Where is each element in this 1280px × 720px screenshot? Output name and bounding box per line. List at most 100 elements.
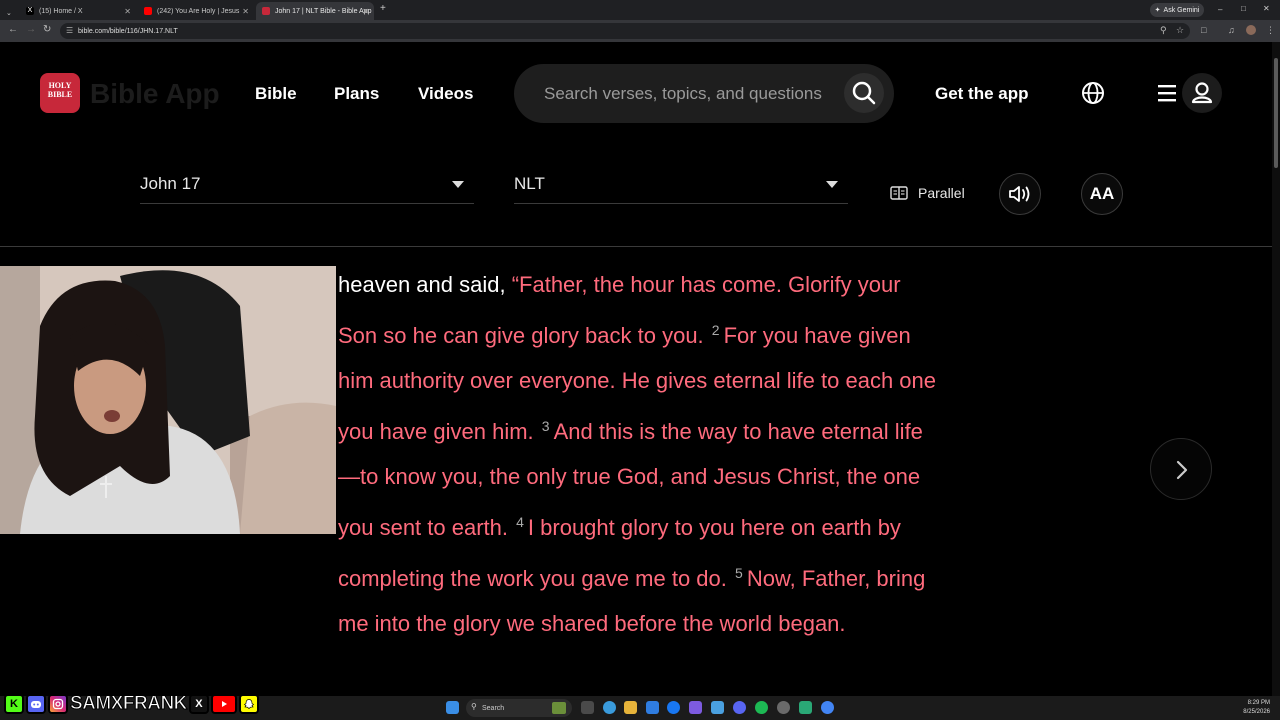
logo-text: HOLY BIBLE xyxy=(47,81,73,99)
app-icon[interactable] xyxy=(711,701,724,714)
chevron-down-icon xyxy=(452,181,464,188)
maximize-button[interactable]: □ xyxy=(1241,4,1246,13)
bible-app-icon xyxy=(262,7,270,15)
youtube-icon xyxy=(144,7,152,15)
url-bar[interactable]: ☰ bible.com/bible/116/JHN.17.NLT xyxy=(60,23,1190,39)
font-size-button[interactable]: AA xyxy=(1081,173,1123,215)
nav-plans[interactable]: Plans xyxy=(334,84,379,104)
extensions-icon[interactable]: □ xyxy=(1201,25,1206,35)
parallel-label: Parallel xyxy=(918,185,965,201)
discord-icon xyxy=(26,694,46,714)
brand-name[interactable]: Bible App xyxy=(90,78,220,110)
tab-x-home[interactable]: X (15) Home / X ✕ xyxy=(20,2,136,20)
close-window-button[interactable]: ✕ xyxy=(1263,4,1270,13)
parallel-book-icon xyxy=(890,186,908,200)
tab-title: (15) Home / X xyxy=(39,7,83,15)
ask-gemini-button[interactable]: ✦ Ask Gemini xyxy=(1150,3,1204,17)
windows-start-icon[interactable] xyxy=(446,701,459,714)
verse-number[interactable]: 3 xyxy=(542,418,550,434)
zoom-icon[interactable]: ⚲ xyxy=(1160,25,1167,36)
spotify-icon[interactable] xyxy=(755,701,768,714)
verse-number[interactable]: 5 xyxy=(735,565,743,581)
search-icon: ⚲ xyxy=(471,702,477,711)
streamer-video-frame xyxy=(0,266,336,534)
chevron-down-icon xyxy=(826,181,838,188)
nav-videos[interactable]: Videos xyxy=(418,84,473,104)
page-scrollbar[interactable] xyxy=(1272,42,1280,696)
system-clock[interactable]: 8:29 PM 8/25/2026 xyxy=(1243,699,1270,717)
verse-number[interactable]: 2 xyxy=(712,322,720,338)
gemini-icon: ✦ xyxy=(1154,7,1161,14)
x-icon: X xyxy=(188,694,209,714)
version-value: NLT xyxy=(514,174,545,193)
scrollbar-thumb[interactable] xyxy=(1274,58,1278,168)
taskbar-search[interactable]: ⚲ Search xyxy=(466,699,572,717)
bookmark-star-icon[interactable]: ☆ xyxy=(1176,25,1184,36)
stream-social-overlay: K SAMXFRANK X xyxy=(4,692,259,716)
get-the-app-link[interactable]: Get the app xyxy=(935,84,1029,104)
chevron-right-icon xyxy=(1176,460,1188,480)
nav-bible[interactable]: Bible xyxy=(255,84,297,104)
reload-icon[interactable]: ↻ xyxy=(43,24,51,35)
x-icon: X xyxy=(26,7,34,15)
streamer-handle: SAMXFRANK xyxy=(70,693,188,715)
ask-gemini-label: Ask Gemini xyxy=(1163,6,1200,14)
file-explorer-icon[interactable] xyxy=(624,701,637,714)
book-chapter-select[interactable]: John 17 xyxy=(140,164,474,204)
clock-time: 8:29 PM xyxy=(1247,700,1270,706)
close-tab-icon[interactable]: ✕ xyxy=(242,7,249,16)
search-bar[interactable]: Search verses, topics, and questions xyxy=(514,64,894,123)
settings-icon[interactable] xyxy=(777,701,790,714)
search-icon xyxy=(852,81,876,105)
verse-number[interactable]: 4 xyxy=(516,514,524,530)
browser-tab-strip: ⌄ X (15) Home / X ✕ (242) You Are Holy |… xyxy=(0,0,1280,20)
profile-avatar[interactable] xyxy=(1246,25,1256,35)
chrome-icon[interactable] xyxy=(821,701,834,714)
hamburger-menu-icon[interactable] xyxy=(1157,83,1179,103)
search-highlight-icon xyxy=(552,702,566,714)
tab-title: John 17 | NLT Bible - Bible App xyxy=(275,7,372,15)
webcam-overlay xyxy=(0,266,336,534)
facebook-icon[interactable] xyxy=(667,701,680,714)
forward-arrow-icon[interactable]: → xyxy=(26,24,36,35)
task-view-icon[interactable] xyxy=(581,701,594,714)
audio-button[interactable] xyxy=(999,173,1041,215)
passage-text: heaven and said, xyxy=(338,272,512,297)
close-tab-icon[interactable]: ✕ xyxy=(362,7,369,16)
globe-icon[interactable] xyxy=(1080,80,1106,106)
profile-button[interactable] xyxy=(1182,73,1222,113)
back-arrow-icon[interactable]: ← xyxy=(8,24,18,35)
site-info-icon[interactable]: ☰ xyxy=(66,26,73,35)
font-size-label: AA xyxy=(1089,184,1115,203)
tab-bible-app[interactable]: John 17 | NLT Bible - Bible App ✕ xyxy=(256,2,374,20)
youtube-icon xyxy=(210,694,237,714)
book-chapter-value: John 17 xyxy=(140,174,201,193)
search-input[interactable]: Search verses, topics, and questions xyxy=(544,84,822,104)
version-select[interactable]: NLT xyxy=(514,164,848,204)
clock-date: 8/25/2026 xyxy=(1243,709,1270,715)
app-icon[interactable] xyxy=(689,701,702,714)
close-tab-icon[interactable]: ✕ xyxy=(124,7,131,16)
search-button[interactable] xyxy=(844,73,884,113)
taskbar-search-label: Search xyxy=(482,704,505,712)
tab-title: (242) You Are Holy | Jesus Imag... xyxy=(157,7,241,15)
new-tab-button[interactable]: + xyxy=(380,3,386,14)
store-icon[interactable] xyxy=(646,701,659,714)
minimize-button[interactable]: – xyxy=(1218,5,1222,14)
media-icon[interactable]: ♫ xyxy=(1228,25,1235,35)
kick-icon: K xyxy=(4,694,24,714)
tab-youtube[interactable]: (242) You Are Holy | Jesus Imag... ✕ xyxy=(138,2,254,20)
browser-toolbar: ← → ↻ ☰ bible.com/bible/116/JHN.17.NLT ⚲… xyxy=(0,20,1280,42)
parallel-toggle[interactable]: Parallel xyxy=(890,185,965,201)
snapchat-icon xyxy=(238,694,259,714)
bible-app-logo[interactable]: HOLY BIBLE xyxy=(40,73,80,113)
edge-icon[interactable] xyxy=(603,701,616,714)
next-chapter-button[interactable] xyxy=(1150,438,1212,500)
app-icon[interactable] xyxy=(799,701,812,714)
user-icon xyxy=(1191,82,1213,104)
chrome-menu-icon[interactable]: ⋮ xyxy=(1266,25,1275,36)
url-text: bible.com/bible/116/JHN.17.NLT xyxy=(78,27,178,35)
discord-icon[interactable] xyxy=(733,701,746,714)
instagram-icon xyxy=(48,694,68,714)
scripture-passage: heaven and said, “Father, the hour has c… xyxy=(338,262,938,647)
